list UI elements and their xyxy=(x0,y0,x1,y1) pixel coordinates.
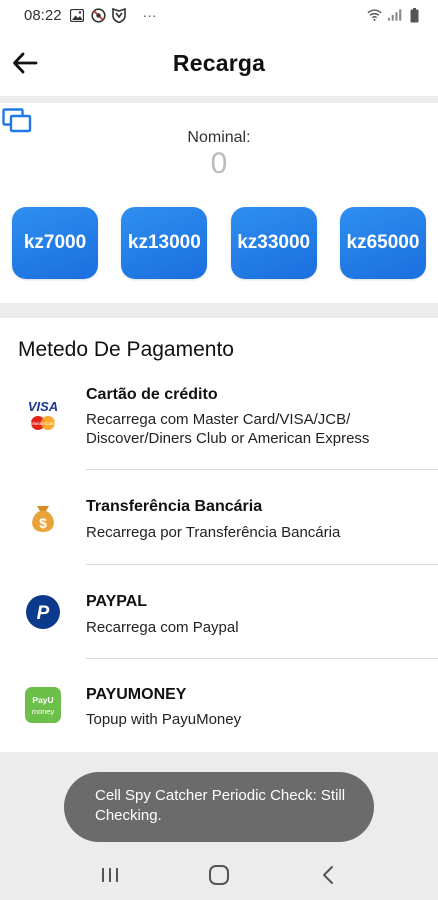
back-icon xyxy=(322,866,333,884)
payment-method-credit-card[interactable]: VISA MasterCard Cartão de crédito Recarr… xyxy=(0,378,438,470)
status-bar: 08:22 ··· xyxy=(0,0,438,30)
signal-icon xyxy=(387,8,402,23)
status-time: 08:22 xyxy=(24,6,62,24)
app-header: Recarga xyxy=(0,30,438,96)
nav-back-button[interactable] xyxy=(308,855,348,895)
svg-text:$: $ xyxy=(39,515,47,531)
paypal-icon: P xyxy=(24,593,62,631)
toast-message: Cell Spy Catcher Periodic Check: Still C… xyxy=(64,772,374,842)
visa-mastercard-icon: VISA MasterCard xyxy=(24,396,62,434)
payment-method-payumoney[interactable]: PayU money PAYUMONEY Topup with PayuMone… xyxy=(0,659,438,752)
payment-section: Metedo De Pagamento VISA MasterCard Cart… xyxy=(0,318,438,752)
image-icon xyxy=(70,8,85,23)
svg-text:money: money xyxy=(32,707,55,716)
payment-method-bank-transfer[interactable]: $ Transferência Bancária Recarrega por T… xyxy=(0,470,438,565)
page-title: Recarga xyxy=(172,50,266,76)
money-bag-icon: $ xyxy=(24,498,62,536)
nominal-value: 0 xyxy=(210,147,228,180)
recents-button[interactable] xyxy=(90,855,130,895)
wifi-icon xyxy=(367,8,382,23)
payment-method-description: Recarrega com Master Card/VISA/JCB/ Disc… xyxy=(86,411,370,447)
shield-icon xyxy=(112,7,127,23)
payment-method-description: Recarrega por Transferência Bancária xyxy=(86,524,341,541)
payment-method-paypal[interactable]: P PAYPAL Recarrega com Paypal xyxy=(0,565,438,659)
home-button[interactable] xyxy=(199,855,239,895)
blocked-icon xyxy=(90,7,106,23)
home-icon xyxy=(208,865,229,885)
status-left: 08:22 ··· xyxy=(24,7,157,24)
battery-icon xyxy=(407,7,422,23)
svg-text:PayU: PayU xyxy=(32,695,53,705)
amount-options: kz7000 kz13000 kz33000 kz65000 xyxy=(12,207,426,279)
status-right xyxy=(367,7,422,23)
amount-button-33000[interactable]: kz33000 xyxy=(230,207,317,279)
nominal-label: Nominal: xyxy=(187,129,251,146)
payment-method-description: Topup with PayuMoney xyxy=(86,711,242,728)
svg-text:P: P xyxy=(37,603,50,624)
svg-text:MasterCard: MasterCard xyxy=(31,421,55,426)
amount-button-65000[interactable]: kz65000 xyxy=(339,207,426,279)
payment-method-title: PAYPAL xyxy=(86,593,148,610)
svg-text:VISA: VISA xyxy=(28,399,58,414)
section-title: Metedo De Pagamento xyxy=(18,338,234,361)
more-indicator: ··· xyxy=(142,7,157,23)
payment-method-description: Recarrega com Paypal xyxy=(86,619,239,636)
recents-icon xyxy=(102,868,119,882)
payment-method-title: Transferência Bancária xyxy=(86,498,263,515)
system-nav-bar xyxy=(0,850,438,900)
payumoney-icon: PayU money xyxy=(24,686,62,724)
nominal-card: Nominal: 0 kz7000 kz13000 kz33000 kz6500… xyxy=(0,103,438,303)
amount-button-7000[interactable]: kz7000 xyxy=(12,207,98,279)
amount-button-13000[interactable]: kz13000 xyxy=(121,207,208,279)
payment-method-title: Cartão de crédito xyxy=(86,386,218,403)
payment-method-title: PAYUMONEY xyxy=(86,686,187,703)
